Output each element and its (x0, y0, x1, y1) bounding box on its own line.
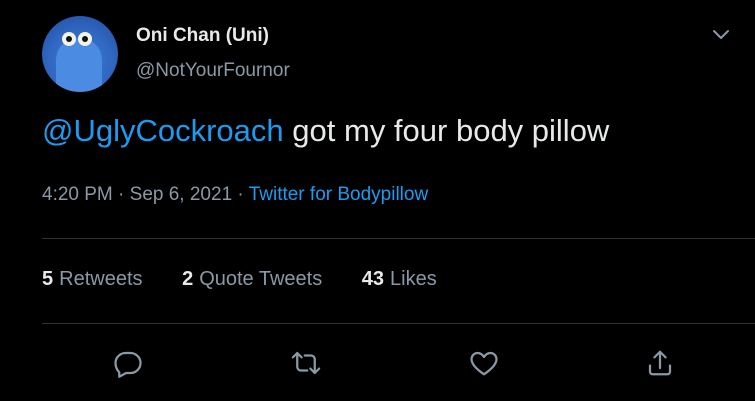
heart-icon (470, 351, 498, 376)
share-button[interactable] (640, 343, 680, 383)
tweet-source[interactable]: Twitter for Bodypillow (249, 184, 429, 205)
tweet-time[interactable]: 4:20 PM (42, 184, 113, 205)
share-icon (648, 350, 672, 376)
retweet-icon (291, 351, 321, 375)
mention-link[interactable]: @UglyCockroach (42, 113, 284, 148)
quote-tweets-label: Quote Tweets (199, 268, 323, 290)
divider (42, 323, 755, 324)
reply-button[interactable] (108, 343, 148, 383)
retweets-label: Retweets (59, 268, 143, 290)
quote-tweets-count: 2 (182, 268, 194, 290)
quote-tweets-stat[interactable]: 2 Quote Tweets (182, 268, 322, 290)
tweet-card: Oni Chan (Uni) @NotYourFournor @UglyCock… (0, 0, 755, 401)
display-name[interactable]: Oni Chan (Uni) (136, 25, 269, 47)
retweets-count: 5 (42, 268, 54, 290)
like-button[interactable] (464, 343, 504, 383)
avatar[interactable] (42, 16, 118, 92)
avatar-eye-right (78, 32, 92, 46)
avatar-eye-left (62, 32, 76, 46)
avatar-figure (56, 38, 102, 92)
tweet-meta: 4:20 PM · Sep 6, 2021 · Twitter for Body… (42, 184, 428, 206)
tweet-text: @UglyCockroach got my four body pillow (42, 113, 609, 149)
divider (42, 238, 755, 239)
tweet-date[interactable]: Sep 6, 2021 (130, 184, 232, 205)
reply-icon (114, 351, 142, 378)
likes-stat[interactable]: 43 Likes (362, 268, 437, 290)
tweet-stats: 5 Retweets 2 Quote Tweets 43 Likes (42, 268, 471, 291)
retweet-button[interactable] (286, 343, 326, 383)
likes-label: Likes (390, 268, 437, 290)
action-bar (0, 343, 755, 383)
user-handle[interactable]: @NotYourFournor (136, 60, 290, 82)
likes-count: 43 (361, 268, 385, 290)
chevron-down-icon[interactable] (711, 28, 731, 42)
tweet-body: got my four body pillow (283, 113, 610, 148)
meta-separator: · (232, 184, 249, 205)
retweets-stat[interactable]: 5 Retweets (42, 268, 143, 290)
meta-separator: · (112, 184, 130, 205)
